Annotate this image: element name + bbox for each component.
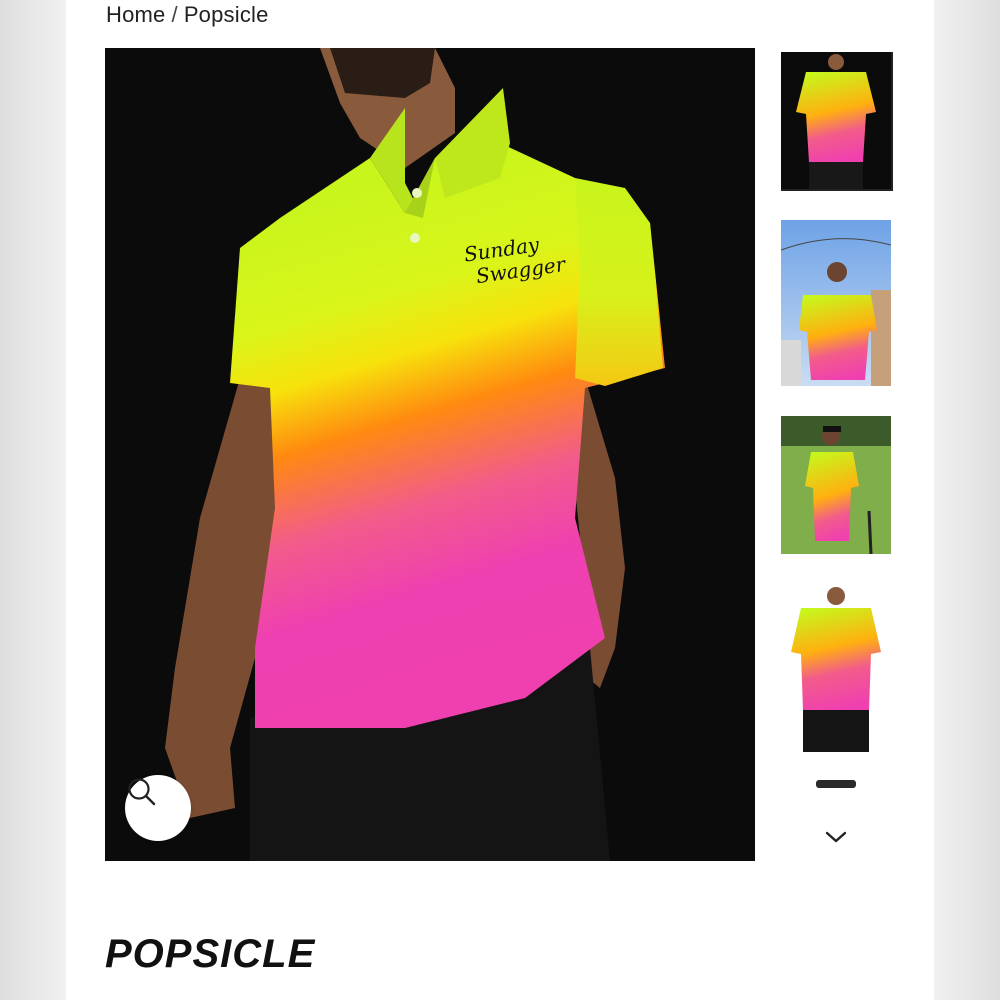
thumbnails-next-button[interactable] [819, 822, 853, 852]
thumbnail-3[interactable] [781, 416, 891, 554]
thumbnail-5[interactable] [781, 780, 891, 792]
zoom-button[interactable] [125, 775, 191, 841]
page-margin-left [0, 0, 66, 1000]
product-photo: Sunday Swagger [105, 48, 755, 861]
product-title: POPSICLE [105, 932, 316, 976]
breadcrumb-home-link[interactable]: Home [106, 2, 166, 27]
breadcrumb: Home / Popsicle [106, 2, 269, 28]
breadcrumb-separator: / [171, 2, 178, 27]
thumbnail-list[interactable] [781, 52, 893, 792]
thumbnail-2[interactable] [781, 220, 891, 386]
page-margin-right [934, 0, 1000, 1000]
main-product-image[interactable]: Sunday Swagger [105, 48, 755, 861]
chevron-down-icon [825, 831, 847, 843]
magnifier-icon [128, 778, 156, 806]
thumbnail-4[interactable] [781, 582, 891, 752]
product-page: Home / Popsicle Sunday Swagger POPSICLE [66, 0, 934, 1000]
breadcrumb-current: Popsicle [183, 2, 269, 27]
thumbnail-1[interactable] [781, 52, 893, 191]
